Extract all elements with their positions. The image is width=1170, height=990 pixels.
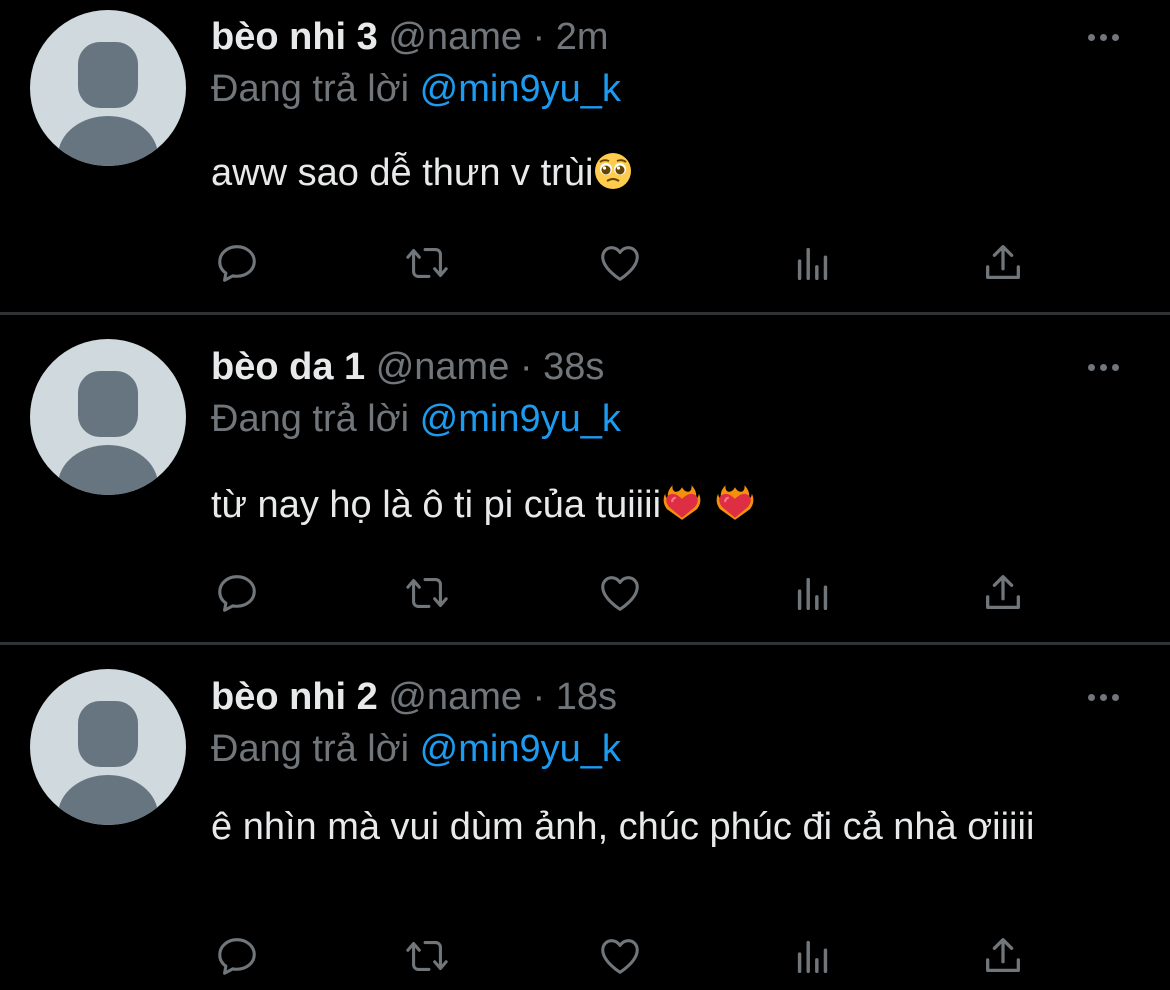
- tweet-header: bèo da 1 @name · 38s: [211, 344, 604, 390]
- reply-icon: [218, 245, 256, 282]
- tweet-item[interactable]: bèo nhi 2 @name · 18s Đang trả lời @min9…: [0, 645, 1170, 990]
- default-avatar-body: [58, 445, 158, 495]
- share-button[interactable]: [977, 238, 1029, 288]
- replying-to-label: Đang trả lời: [211, 728, 420, 770]
- more-icon-dot: [1088, 364, 1095, 371]
- reply-icon: [218, 938, 256, 975]
- replying-to-handle[interactable]: @min9yu_k: [420, 68, 621, 110]
- tweet-item[interactable]: bèo nhi 3 @name · 2m Đang trả lời @min9y…: [0, 0, 1170, 312]
- tweet-actions: [211, 931, 1041, 981]
- more-icon-dot: [1112, 34, 1119, 41]
- display-name[interactable]: bèo nhi 2: [211, 676, 378, 718]
- more-icon-dot: [1088, 694, 1095, 701]
- share-button[interactable]: [977, 568, 1029, 618]
- retweet-icon: [406, 578, 448, 608]
- retweet-button[interactable]: [401, 931, 453, 981]
- more-icon-dot: [1100, 34, 1107, 41]
- like-icon: [601, 939, 639, 974]
- like-button[interactable]: [594, 931, 646, 981]
- avatar[interactable]: [30, 669, 186, 825]
- replying-to: Đang trả lời @min9yu_k: [211, 726, 621, 772]
- default-avatar-head: [78, 371, 138, 437]
- meta-separator: ·: [522, 676, 556, 718]
- replying-to-handle[interactable]: @min9yu_k: [420, 398, 621, 440]
- replying-to-label: Đang trả lời: [211, 398, 420, 440]
- default-avatar-head: [78, 42, 138, 108]
- share-icon: [986, 938, 1020, 973]
- share-icon: [986, 245, 1020, 280]
- avatar[interactable]: [30, 339, 186, 495]
- tweet-text: aww sao dễ thưn v trùi: [211, 148, 1111, 204]
- reply-button[interactable]: [211, 931, 263, 981]
- more-icon-dot: [1112, 694, 1119, 701]
- share-button[interactable]: [977, 931, 1029, 981]
- tweet-text-body: ê nhìn mà vui dùm ảnh, chúc phúc đi cả n…: [211, 806, 1035, 848]
- share-icon: [986, 575, 1020, 610]
- replying-to-handle[interactable]: @min9yu_k: [420, 728, 621, 770]
- retweet-button[interactable]: [401, 568, 453, 618]
- tweet-header: bèo nhi 2 @name · 18s: [211, 674, 617, 720]
- views-button[interactable]: [787, 931, 839, 981]
- more-icon-dot: [1112, 364, 1119, 371]
- views-icon: [797, 577, 828, 611]
- replying-to-label: Đang trả lời: [211, 68, 420, 110]
- tweet-item[interactable]: bèo da 1 @name · 38s Đang trả lời @min9y…: [0, 315, 1170, 642]
- user-handle[interactable]: @name: [388, 16, 522, 58]
- reply-icon: [218, 575, 256, 612]
- tweet-actions: [211, 238, 1041, 288]
- tweet-header: bèo nhi 3 @name · 2m: [211, 14, 609, 60]
- tweet-text: ê nhìn mà vui dùm ảnh, chúc phúc đi cả n…: [211, 802, 1091, 852]
- retweet-icon: [406, 941, 448, 971]
- more-icon-dot: [1100, 364, 1107, 371]
- views-icon: [797, 247, 828, 281]
- views-icon: [797, 940, 828, 974]
- avatar[interactable]: [30, 10, 186, 166]
- views-button[interactable]: [787, 238, 839, 288]
- user-handle[interactable]: @name: [376, 346, 510, 388]
- views-button[interactable]: [787, 568, 839, 618]
- retweet-button[interactable]: [401, 238, 453, 288]
- heart-on-fire-emoji: [661, 481, 703, 536]
- display-name[interactable]: bèo nhi 3: [211, 16, 378, 58]
- reply-button[interactable]: [211, 568, 263, 618]
- more-options-button[interactable]: [1088, 28, 1128, 44]
- tweet-text-body: từ nay họ là ô ti pi của tuiiii: [211, 484, 662, 526]
- tweet-text-body: aww sao dễ thưn v trùi: [211, 152, 594, 194]
- pleading-face-emoji: [593, 151, 633, 204]
- meta-separator: ·: [522, 16, 556, 58]
- replying-to: Đang trả lời @min9yu_k: [211, 396, 621, 442]
- more-icon-dot: [1100, 694, 1107, 701]
- reply-feed: bèo nhi 3 @name · 2m Đang trả lời @min9y…: [0, 0, 1170, 990]
- default-avatar-head: [78, 701, 138, 767]
- reply-button[interactable]: [211, 238, 263, 288]
- tweet-time[interactable]: 18s: [556, 676, 617, 718]
- like-icon: [601, 246, 639, 281]
- retweet-icon: [406, 248, 448, 278]
- display-name[interactable]: bèo da 1: [211, 346, 365, 388]
- more-options-button[interactable]: [1088, 358, 1128, 374]
- tweet-text: từ nay họ là ô ti pi của tuiiii: [211, 480, 1111, 536]
- default-avatar-body: [58, 775, 158, 825]
- tweet-time[interactable]: 2m: [556, 16, 609, 58]
- replying-to: Đang trả lời @min9yu_k: [211, 66, 621, 112]
- user-handle[interactable]: @name: [388, 676, 522, 718]
- heart-on-fire-emoji: [714, 481, 756, 536]
- tweet-actions: [211, 568, 1041, 618]
- more-icon-dot: [1088, 34, 1095, 41]
- like-button[interactable]: [594, 568, 646, 618]
- meta-separator: ·: [509, 346, 544, 388]
- default-avatar-body: [58, 116, 158, 166]
- tweet-time[interactable]: 38s: [543, 346, 604, 388]
- like-button[interactable]: [594, 238, 646, 288]
- more-options-button[interactable]: [1088, 688, 1128, 704]
- like-icon: [601, 576, 639, 611]
